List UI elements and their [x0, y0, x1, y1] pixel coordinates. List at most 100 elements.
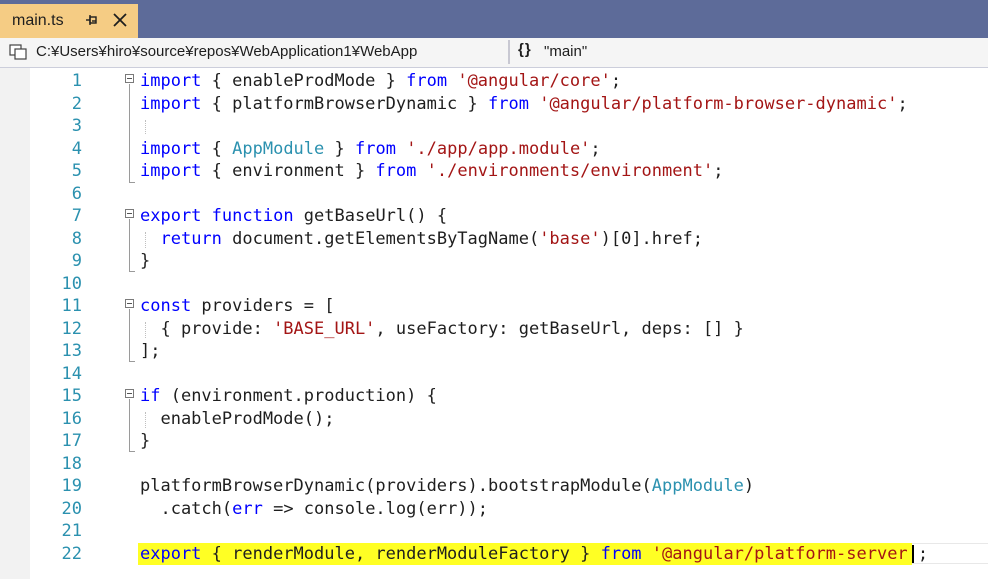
project-dropdown[interactable]: C:¥Users¥hiro¥source¥repos¥WebApplicatio… [4, 40, 504, 64]
project-icon [9, 44, 27, 60]
braces-icon: {} [518, 41, 532, 58]
code-line[interactable]: 11 const providers = [ [0, 295, 988, 317]
code-line[interactable]: 21 [0, 520, 988, 542]
code-token: '@angular/platform-browser-dynamic' [539, 93, 898, 114]
code-token: import [140, 71, 202, 91]
fold-toggle-getbaseurl[interactable] [125, 209, 134, 218]
line-number: 3 [71, 116, 82, 136]
code-token: } [324, 138, 355, 159]
code-line[interactable]: 17} [0, 430, 988, 452]
code-token: return [160, 228, 222, 249]
line-number: 12 [61, 318, 82, 339]
code-token: './app/app.module' [406, 138, 591, 159]
code-line[interactable]: 2 import { platformBrowserDynamic } from … [0, 93, 988, 115]
tab-label: main.ts [12, 12, 64, 29]
code-text: export function getBaseUrl() { [140, 206, 447, 226]
code-token: from [600, 543, 642, 564]
line-number: 2 [71, 93, 82, 114]
code-line[interactable]: 4 import { AppModule } from './app/app.mo… [0, 138, 988, 160]
code-text: .catch(err => console.log(err)); [140, 499, 488, 519]
code-token: document.getElementsByTagName( [221, 228, 540, 249]
code-token: import [140, 93, 202, 114]
code-text: } [140, 251, 150, 271]
code-token: if [140, 386, 161, 406]
text-caret [912, 544, 914, 563]
code-token: ]; [140, 341, 161, 361]
indent-guide [145, 120, 146, 134]
code-line[interactable]: 12 { provide: 'BASE_URL', useFactory: ge… [0, 318, 988, 340]
code-line[interactable]: 7 export function getBaseUrl() { [0, 205, 988, 227]
tab-main-ts[interactable]: main.ts [0, 4, 138, 38]
code-token: (environment.production) { [160, 386, 437, 406]
indent-guide [145, 322, 146, 338]
close-icon[interactable] [112, 12, 128, 28]
nav-separator [508, 40, 510, 64]
code-text: if (environment.production) { [140, 386, 437, 406]
code-line[interactable]: 20 .catch(err => console.log(err)); [0, 498, 988, 520]
code-token: .catch( [140, 498, 233, 519]
code-token: => console.log(err)); [262, 498, 489, 519]
code-token: { renderModule, renderModuleFactory } [201, 543, 601, 564]
code-editor[interactable]: 1 import { enableProdMode } from '@angula… [0, 68, 988, 579]
line-number: 9 [71, 251, 82, 271]
code-line[interactable]: 3 [0, 115, 988, 137]
code-text: import { enableProdMode } from '@angular… [140, 71, 621, 91]
line-number: 17 [61, 431, 82, 451]
fold-line [129, 399, 130, 451]
fold-end [129, 271, 135, 272]
code-text: export { renderModule, renderModuleFacto… [140, 544, 928, 564]
line-number: 4 [71, 138, 82, 159]
fold-line [129, 84, 130, 182]
code-line[interactable]: 1 import { enableProdMode } from '@angula… [0, 70, 988, 92]
line-number: 1 [71, 71, 82, 91]
indent-guide [145, 412, 146, 428]
code-token: } [140, 431, 151, 451]
code-text: ]; [140, 341, 160, 361]
code-line[interactable]: 15 if (environment.production) { [0, 385, 988, 407]
code-line[interactable]: 14 [0, 363, 988, 385]
code-token: './environments/environment' [426, 161, 714, 181]
code-line[interactable]: 16 enableProdMode(); [0, 408, 988, 430]
code-line[interactable]: 9} [0, 250, 988, 272]
code-token: function [211, 206, 294, 226]
code-token: const [140, 296, 192, 316]
code-token: from [406, 71, 448, 91]
line-number: 7 [71, 206, 82, 226]
fold-toggle-imports[interactable] [125, 74, 134, 83]
code-line[interactable]: 5 import { environment } from './environm… [0, 160, 988, 182]
line-number: 14 [61, 363, 82, 384]
line-number: 21 [61, 521, 82, 541]
code-text: enableProdMode(); [140, 409, 334, 429]
code-token: ) [743, 476, 755, 496]
navigation-bar: C:¥Users¥hiro¥source¥repos¥WebApplicatio… [0, 38, 988, 68]
code-token: ; [917, 543, 929, 564]
line-number: 11 [61, 296, 82, 316]
line-number: 5 [71, 161, 82, 181]
code-text: import { AppModule } from './app/app.mod… [140, 139, 601, 159]
code-text: import { environment } from './environme… [140, 161, 723, 181]
fold-toggle-if[interactable] [125, 389, 134, 398]
code-line[interactable]: 22 export { renderModule, renderModuleFac… [0, 542, 988, 565]
code-token: import [140, 161, 202, 181]
code-token: } [140, 251, 151, 271]
code-line[interactable]: 18 [0, 453, 988, 475]
code-token: { provide: [140, 318, 274, 339]
code-token: export [140, 206, 202, 226]
code-line[interactable]: 19 platformBrowserDynamic(providers).boot… [0, 475, 988, 497]
code-line[interactable]: 10 [0, 273, 988, 295]
pin-icon[interactable] [85, 13, 99, 27]
line-number: 6 [71, 183, 82, 204]
code-token: { enableProdMode } [201, 71, 407, 91]
code-token: 'base' [539, 228, 601, 249]
code-line[interactable]: 6 [0, 183, 988, 205]
code-text: const providers = [ [140, 296, 334, 316]
line-number: 15 [61, 386, 82, 406]
fold-toggle-providers[interactable] [125, 299, 134, 308]
code-line[interactable]: 13]; [0, 340, 988, 362]
code-line[interactable]: 8 return document.getElementsByTagName('… [0, 228, 988, 250]
